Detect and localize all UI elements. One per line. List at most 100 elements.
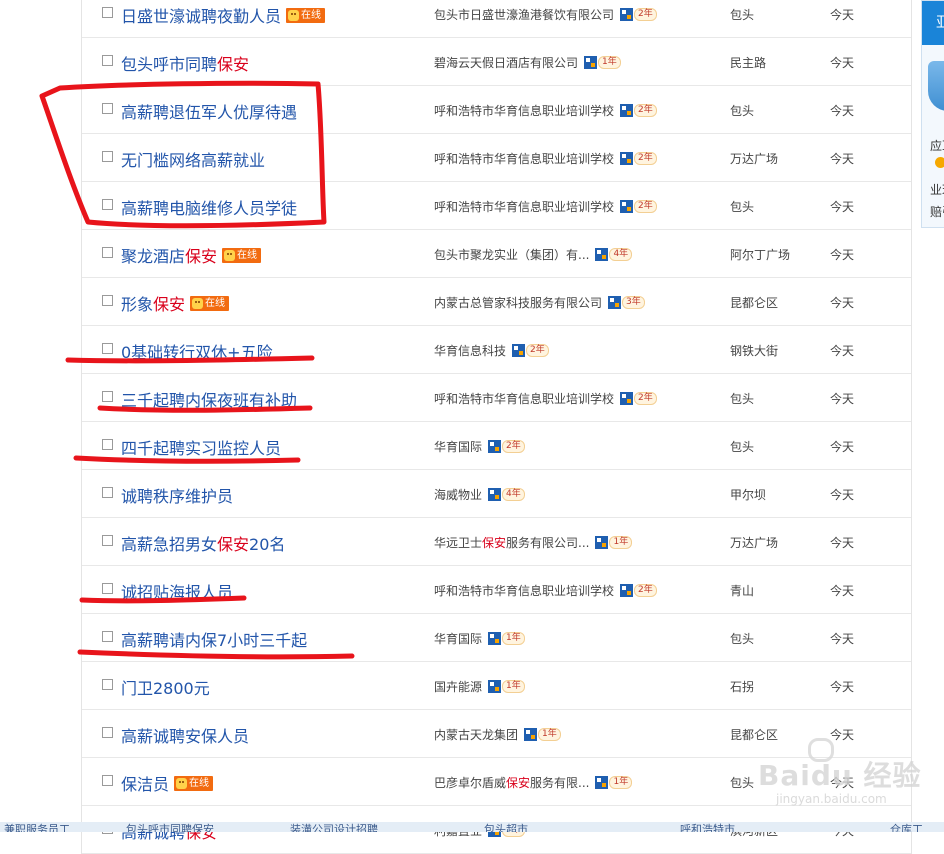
company-link[interactable]: 呼和浩特市华育信息职业培训学校 2年 <box>434 102 657 119</box>
membership-logo-icon <box>488 488 502 501</box>
online-badge[interactable]: 在线 <box>222 247 262 263</box>
membership-years: 1年 <box>609 536 633 549</box>
row-checkbox[interactable] <box>102 7 113 18</box>
row-checkbox[interactable] <box>102 295 113 306</box>
company-link[interactable]: 呼和浩特市华育信息职业培训学校 2年 <box>434 582 657 599</box>
company-name-text: 碧海云天假日酒店有限公司 <box>434 56 579 70</box>
row-checkbox[interactable] <box>102 247 113 258</box>
company-link[interactable]: 包头市聚龙实业（集团）有... 4年 <box>434 246 633 263</box>
table-row: 聚龙酒店 保安 在线 包头市聚龙实业（集团）有... 4年 阿尔丁广场 今天 <box>82 230 911 278</box>
job-title-link[interactable]: 高薪聘电脑维修人员学徒 <box>121 195 297 219</box>
row-checkbox[interactable] <box>102 103 113 114</box>
job-title-link[interactable]: 高薪诚聘安保人员 <box>121 723 249 747</box>
keyword-highlight: 保安 <box>217 535 250 554</box>
table-row: 高薪聘请内保7小时三千起 华育国际 1年 包头 今天 <box>82 614 911 662</box>
job-title-text: 20名 <box>249 535 286 554</box>
company-link[interactable]: 呼和浩特市华育信息职业培训学校 2年 <box>434 150 657 167</box>
membership-logo-icon <box>595 776 609 789</box>
job-title-link[interactable]: 日盛世濠诚聘夜勤人员 在线 <box>121 3 326 27</box>
company-link[interactable]: 包头市日盛世濠渔港餐饮有限公司 2年 <box>434 6 657 23</box>
membership-years: 2年 <box>634 8 657 21</box>
membership-logo-icon <box>620 584 634 597</box>
job-title-text: 形象 <box>121 295 154 314</box>
job-title-text: 高薪诚聘安保人员 <box>121 727 250 746</box>
job-title-link[interactable]: 三千起聘内保夜班有补助 <box>121 387 297 411</box>
job-title-link[interactable]: 包头呼市同聘 保安 <box>121 51 249 75</box>
job-title-link[interactable]: 聚龙酒店 保安 在线 <box>121 243 262 267</box>
membership-logo-icon <box>584 56 598 69</box>
membership-years-badge: 4年 <box>488 488 525 502</box>
job-location: 石拐 <box>730 680 755 694</box>
job-title-text: 保洁员 <box>121 775 170 794</box>
post-date: 今天 <box>830 776 855 790</box>
membership-years-badge: 1年 <box>488 680 525 694</box>
job-title-text: 三千起聘内保夜班有补助 <box>121 391 298 410</box>
company-link[interactable]: 呼和浩特市华育信息职业培训学校 2年 <box>434 198 657 215</box>
post-date: 今天 <box>830 680 855 694</box>
online-badge-label: 在线 <box>189 777 210 789</box>
post-date: 今天 <box>830 56 855 70</box>
company-link[interactable]: 华育信息科技 2年 <box>434 342 549 359</box>
company-link[interactable]: 内蒙古总管家科技服务有限公司 3年 <box>434 294 645 311</box>
membership-years-badge: 4年 <box>595 248 633 262</box>
company-link[interactable]: 碧海云天假日酒店有限公司 1年 <box>434 54 621 71</box>
company-link[interactable]: 呼和浩特市华育信息职业培训学校 2年 <box>434 390 657 407</box>
online-badge[interactable]: 在线 <box>190 295 230 311</box>
bottom-link[interactable]: 呼和浩特市 <box>680 822 735 832</box>
online-badge[interactable]: 在线 <box>174 775 214 791</box>
company-link[interactable]: 巴彦卓尔盾威 保安 服务有限... 1年 <box>434 774 633 791</box>
row-checkbox[interactable] <box>102 535 113 546</box>
job-title-text: 高薪聘请内保7小时三千起 <box>121 631 308 650</box>
bottom-link[interactable]: 包头呼市同聘保安 <box>126 822 214 832</box>
bottom-link[interactable]: 兼职服务员工 <box>4 822 70 832</box>
company-link[interactable]: 华育国际 2年 <box>434 438 525 455</box>
membership-years: 1年 <box>538 728 561 741</box>
table-row: 高薪聘电脑维修人员学徒 呼和浩特市华育信息职业培训学校 2年 包头 今天 <box>82 182 911 230</box>
post-date: 今天 <box>830 152 855 166</box>
row-checkbox[interactable] <box>102 631 113 642</box>
company-link[interactable]: 华远卫士 保安 服务有限公司... 1年 <box>434 534 633 551</box>
row-checkbox[interactable] <box>102 343 113 354</box>
job-title-link[interactable]: 四千起聘实习监控人员 <box>121 435 281 459</box>
job-title-link[interactable]: 诚招贴海报人员 <box>121 579 233 603</box>
sidebar-text-3: 赔引 <box>930 205 944 219</box>
company-link[interactable]: 海威物业 4年 <box>434 486 525 503</box>
job-title-link[interactable]: 形象 保安 在线 <box>121 291 230 315</box>
row-checkbox[interactable] <box>102 727 113 738</box>
bottom-link-bar: 兼职服务员工 包头呼市同聘保安 装潢公司设计招聘 包头超市 呼和浩特市 仓库工 <box>0 822 944 832</box>
membership-logo-icon <box>620 152 634 165</box>
bottom-link[interactable]: 装潢公司设计招聘 <box>290 822 378 832</box>
row-checkbox[interactable] <box>102 151 113 162</box>
job-title-link[interactable]: 门卫2800元 <box>121 675 210 699</box>
row-checkbox[interactable] <box>102 391 113 402</box>
job-title-link[interactable]: 诚聘秩序维护员 <box>121 483 233 507</box>
row-checkbox[interactable] <box>102 487 113 498</box>
row-checkbox[interactable] <box>102 55 113 66</box>
job-title-link[interactable]: 0基础转行双休+五险 <box>121 339 273 363</box>
row-checkbox[interactable] <box>102 583 113 594</box>
company-link[interactable]: 内蒙古天龙集团 1年 <box>434 726 561 743</box>
bottom-link[interactable]: 包头超市 <box>484 822 528 832</box>
job-title-text: 诚聘秩序维护员 <box>121 487 234 506</box>
bottom-link[interactable]: 仓库工 <box>890 822 923 832</box>
company-link[interactable]: 国卉能源 1年 <box>434 678 525 695</box>
job-title-link[interactable]: 保洁员 在线 <box>121 771 214 795</box>
row-checkbox[interactable] <box>102 679 113 690</box>
company-name-text: 呼和浩特市华育信息职业培训学校 <box>434 584 615 598</box>
sidebar-header[interactable]: 亚 <box>922 1 944 45</box>
membership-years: 2年 <box>634 392 657 405</box>
post-date: 今天 <box>830 104 855 118</box>
membership-years: 1年 <box>609 776 633 789</box>
company-link[interactable]: 华育国际 1年 <box>434 630 525 647</box>
row-checkbox[interactable] <box>102 775 113 786</box>
row-checkbox[interactable] <box>102 199 113 210</box>
job-title-text: 日盛世濠诚聘夜勤人员 <box>121 7 282 26</box>
row-checkbox[interactable] <box>102 439 113 450</box>
job-title-link[interactable]: 高薪急招男女 保安 20名 <box>121 531 285 555</box>
membership-years: 2年 <box>502 440 525 453</box>
online-badge[interactable]: 在线 <box>286 7 326 23</box>
job-title-link[interactable]: 高薪聘请内保7小时三千起 <box>121 627 307 651</box>
job-title-link[interactable]: 无门槛网络高薪就业 <box>121 147 265 171</box>
job-title-link[interactable]: 高薪聘退伍军人优厚待遇 <box>121 99 297 123</box>
job-title-text: 诚招贴海报人员 <box>121 583 234 602</box>
